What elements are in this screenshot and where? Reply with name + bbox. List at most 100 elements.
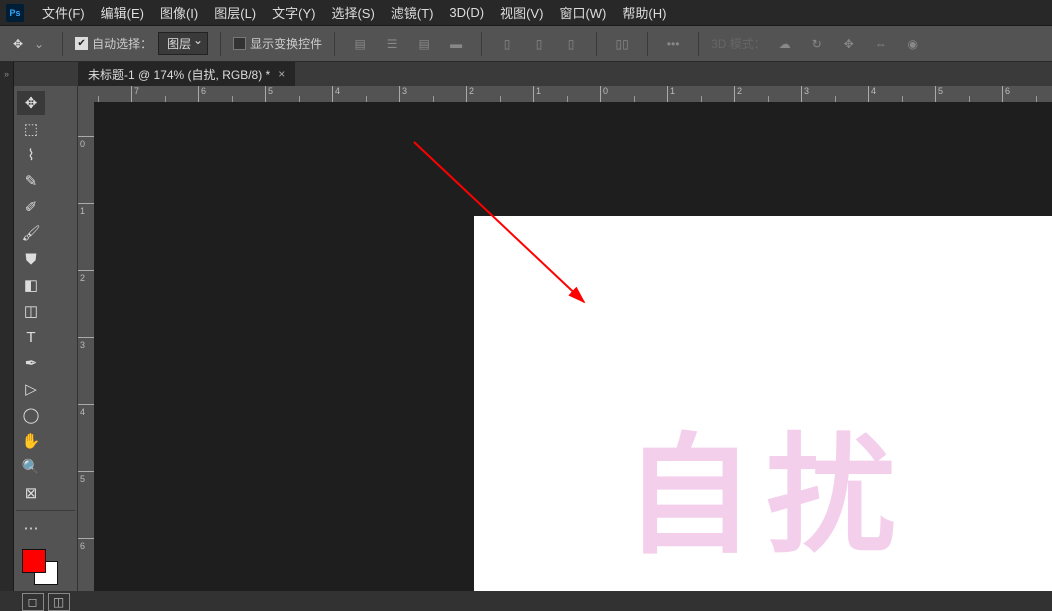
align-vertical-top-button[interactable]: ▯ (494, 31, 520, 57)
align-horizontal-centers-button[interactable]: ☰ (379, 31, 405, 57)
menu-window[interactable]: 窗口(W) (551, 0, 614, 25)
ruler-tick: 4 (332, 86, 399, 102)
ruler-tick: 7 (131, 86, 198, 102)
document-tab-bar: 未标题-1 @ 174% (自扰, RGB/8) * × (78, 62, 1052, 86)
ruler-tick: 6 (198, 86, 265, 102)
horizontal-ruler[interactable]: 8765432101234567891011 (78, 86, 1052, 102)
menu-layer[interactable]: 图层(L) (206, 0, 264, 25)
ruler-origin[interactable] (78, 86, 94, 102)
distribute-horizontal-button[interactable]: ▯▯ (609, 31, 635, 57)
align-left-edges-button[interactable]: ▤ (347, 31, 373, 57)
lasso-tool[interactable]: ⌇ (17, 143, 45, 167)
3d-slide-icon[interactable]: ⇔ (868, 31, 894, 57)
align-right-edges-button[interactable]: ▤ (411, 31, 437, 57)
ruler-tick: 5 (935, 86, 1002, 102)
ruler-tick: 0 (78, 136, 94, 203)
main-area: ✥ ⬚ ⌇ ✎ ✐ 🖌 ⛊ ◧ ◫ T ✒ ▷ ◯ ✋ 🔍 ⊠ ⋯ ◻ ◫ 87… (0, 86, 1052, 591)
pen-tool[interactable]: ✒ (17, 351, 45, 375)
quick-select-tool[interactable]: ✎ (17, 169, 45, 193)
app-logo: Ps (6, 4, 24, 22)
ruler-tick: 3 (801, 86, 868, 102)
tab-bar-row: » 未标题-1 @ 174% (自扰, RGB/8) * × (0, 62, 1052, 86)
ruler-tick: 1 (533, 86, 600, 102)
separator (698, 32, 699, 56)
ruler-tick: 2 (734, 86, 801, 102)
panel-collapse-chevron[interactable]: » (0, 62, 14, 86)
brush-tool[interactable]: 🖌 (17, 221, 45, 245)
zoom-tool[interactable]: 🔍 (17, 455, 45, 479)
type-tool[interactable]: T (17, 325, 45, 349)
auto-select-label: 自动选择： (92, 35, 152, 52)
close-tab-button[interactable]: × (278, 67, 285, 81)
3d-mode-label: 3D 模式： (711, 35, 766, 52)
vertical-ruler[interactable]: 01234567 (78, 102, 94, 591)
path-select-tool[interactable]: ▷ (17, 377, 45, 401)
align-vertical-bottom-button[interactable]: ▯ (558, 31, 584, 57)
screen-mode-button[interactable]: ◫ (48, 593, 70, 611)
eyedropper-tool[interactable]: ✐ (17, 195, 45, 219)
tool-preset-dropdown[interactable]: ⌄ (34, 37, 50, 51)
document-tab-title: 未标题-1 @ 174% (自扰, RGB/8) * (88, 66, 270, 83)
collapsed-panel-strip[interactable] (0, 86, 14, 591)
menu-filter[interactable]: 滤镜(T) (383, 0, 442, 25)
hand-tool[interactable]: ✋ (17, 429, 45, 453)
auto-select-target-dropdown[interactable]: 图层 (158, 32, 208, 55)
checkbox-on-icon: ✔ (75, 37, 88, 50)
3d-pan-icon[interactable]: ✥ (836, 31, 862, 57)
ruler-tick: 3 (78, 337, 94, 404)
separator (334, 32, 335, 56)
stamp-tool[interactable]: ⛊ (17, 247, 45, 271)
menu-3d[interactable]: 3D(D) (441, 0, 492, 25)
auto-select-checkbox[interactable]: ✔ 自动选择： (75, 35, 152, 52)
align-vertical-center-button[interactable]: ▯ (526, 31, 552, 57)
ruler-tick: 0 (600, 86, 667, 102)
marquee-tool[interactable]: ⬚ (17, 117, 45, 141)
menu-select[interactable]: 选择(S) (323, 0, 382, 25)
ruler-tick: 5 (265, 86, 332, 102)
ruler-tick: 5 (78, 471, 94, 538)
menu-help[interactable]: 帮助(H) (614, 0, 674, 25)
tab-bar-gap (14, 62, 78, 86)
move-tool[interactable]: ✥ (17, 91, 45, 115)
3d-orbit-icon[interactable]: ☁ (772, 31, 798, 57)
eraser-tool[interactable]: ◧ (17, 273, 45, 297)
align-top-edges-button[interactable]: ▬ (443, 31, 469, 57)
show-transform-checkbox[interactable]: 显示变换控件 (233, 35, 322, 52)
separator (647, 32, 648, 56)
canvas-text-layer[interactable]: 自扰 (624, 391, 908, 579)
separator (62, 32, 63, 56)
edit-toolbar-button[interactable]: ⋯ (17, 516, 45, 540)
menu-view[interactable]: 视图(V) (492, 0, 551, 25)
move-tool-icon: ✥ (8, 34, 28, 54)
3d-scale-icon[interactable]: ◉ (900, 31, 926, 57)
document-tab[interactable]: 未标题-1 @ 174% (自扰, RGB/8) * × (78, 62, 295, 86)
canvas-area: 8765432101234567891011 01234567 自扰 (78, 86, 1052, 591)
gradient-tool[interactable]: ◫ (17, 299, 45, 323)
artboard-tool[interactable]: ⊠ (17, 481, 45, 505)
ruler-tick: 1 (667, 86, 734, 102)
foreground-color-swatch[interactable] (22, 549, 46, 573)
ruler-tick: 1 (78, 203, 94, 270)
options-bar: ✥ ⌄ ✔ 自动选择： 图层 显示变换控件 ▤ ☰ ▤ ▬ ▯ ▯ ▯ ▯▯ •… (0, 26, 1052, 62)
menu-type[interactable]: 文字(Y) (264, 0, 323, 25)
quick-mask-button[interactable]: ◻ (22, 593, 44, 611)
more-options-button[interactable]: ••• (660, 31, 686, 57)
3d-rotate-icon[interactable]: ↻ (804, 31, 830, 57)
document-canvas[interactable]: 自扰 (474, 216, 1052, 591)
ruler-tick: 6 (78, 538, 94, 591)
color-swatches[interactable] (16, 547, 75, 587)
separator (481, 32, 482, 56)
tool-separator (16, 510, 75, 511)
show-transform-label: 显示变换控件 (250, 35, 322, 52)
ruler-tick: 2 (78, 270, 94, 337)
checkbox-off-icon (233, 37, 246, 50)
separator (596, 32, 597, 56)
workspace[interactable]: 自扰 (94, 102, 1052, 591)
menu-file[interactable]: 文件(F) (34, 0, 93, 25)
menu-image[interactable]: 图像(I) (152, 0, 206, 25)
ruler-tick: 4 (868, 86, 935, 102)
ruler-tick: 6 (1002, 86, 1052, 102)
menu-edit[interactable]: 编辑(E) (93, 0, 152, 25)
ellipse-tool[interactable]: ◯ (17, 403, 45, 427)
ruler-tick: 2 (466, 86, 533, 102)
